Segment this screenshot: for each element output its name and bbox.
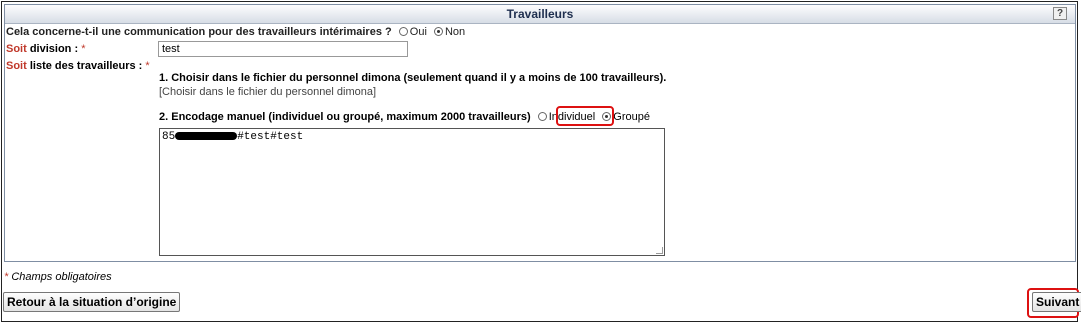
division-label-text: division : [26, 43, 79, 55]
workers-list-required-marker: * [145, 60, 150, 72]
back-button[interactable]: Retour à la situation d’origine [3, 292, 181, 312]
workers-list-prefix: Soit [6, 60, 27, 72]
help-icon[interactable]: ? [1053, 7, 1067, 20]
radio-non[interactable] [433, 27, 443, 36]
radio-oui-label: Oui [409, 26, 427, 38]
radio-groupe-label: Groupé [613, 111, 650, 123]
option2-title: 2. Encodage manuel (individuel ou groupé… [159, 111, 531, 123]
textarea-suffix: #test#test [237, 131, 304, 143]
required-note-text: Champs obligatoires [8, 271, 112, 283]
division-input[interactable] [158, 41, 408, 57]
redaction-mark [175, 132, 238, 141]
textarea-prefix: 85 [162, 131, 176, 143]
radio-non-label: Non [444, 26, 466, 38]
groupe-highlight [556, 106, 614, 126]
panel-title: Travailleurs [506, 7, 574, 21]
radio-oui[interactable] [398, 27, 408, 36]
resize-handle-icon[interactable] [656, 247, 663, 254]
interim-question-text: Cela concerne-t-il une communication pou… [6, 26, 392, 38]
division-required-marker: * [81, 43, 86, 55]
panel-header: Travailleurs ? [5, 5, 1075, 24]
workers-textarea[interactable]: 85 #test#test [159, 128, 665, 256]
interim-question: Cela concerne-t-il une communication pou… [6, 26, 465, 38]
workers-list-label: Soit liste des travailleurs : * [6, 60, 150, 72]
required-note: * Champs obligatoires [4, 271, 112, 283]
radio-individuel[interactable] [537, 112, 547, 121]
next-button[interactable]: Suivant [1032, 292, 1081, 312]
option1-title: 1. Choisir dans le fichier du personnel … [159, 72, 667, 84]
division-prefix: Soit [6, 43, 27, 55]
division-label: Soit division : * [6, 43, 85, 55]
dimona-file-link[interactable]: [Choisir dans le fichier du personnel di… [159, 86, 376, 98]
workers-list-label-text: liste des travailleurs : [26, 60, 143, 72]
